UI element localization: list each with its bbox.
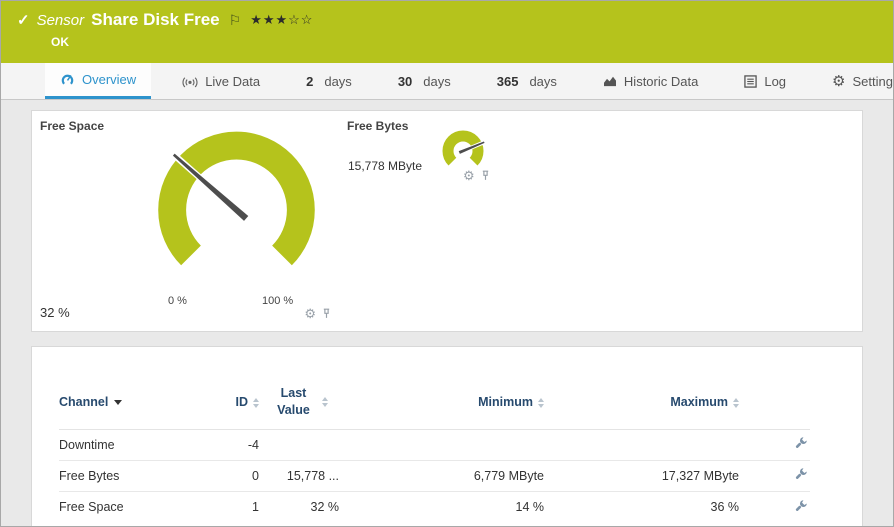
free-space-gauge-tile: Free Space 0 % 100 % 32 % ⚙: [40, 119, 335, 325]
cell-actions: [739, 428, 810, 461]
cell-actions: [739, 459, 810, 492]
tab-label: days: [529, 73, 557, 89]
channel-table-header-row: Channel ID Last Value Minimum Maximum: [59, 381, 810, 430]
status-check-icon: ✓: [17, 12, 30, 29]
object-kind-label: Sensor: [36, 11, 85, 29]
tab-label: Log: [764, 73, 787, 89]
tab-label: Settings: [852, 73, 894, 89]
channel-settings-wrench-icon[interactable]: [794, 499, 808, 513]
tab-2-days[interactable]: 2 days: [291, 63, 367, 99]
cell-minimum: [339, 428, 544, 461]
gauge-gear-icon[interactable]: ⚙: [304, 307, 316, 320]
gauge-tile-actions: ⚙: [304, 307, 331, 320]
sort-icon: [321, 396, 328, 407]
col-header-label: Maximum: [670, 394, 728, 409]
gauge-tile-actions: ⚙: [463, 169, 490, 182]
cell-last-value: [259, 428, 339, 461]
priority-stars[interactable]: ★★★☆☆: [250, 12, 313, 28]
pin-icon[interactable]: [481, 170, 490, 181]
tab-bar: Overview Live Data 2 days 30 days 365 da…: [1, 63, 893, 100]
tab-label: Overview: [82, 72, 137, 87]
status-badge: OK: [51, 35, 69, 49]
col-header-maximum[interactable]: Maximum: [544, 381, 739, 430]
cell-maximum: 17,327 MByte: [544, 459, 739, 492]
channel-row: Free Bytes 0 15,778 ... 6,779 MByte 17,3…: [59, 459, 810, 492]
col-header-id[interactable]: ID: [209, 381, 259, 430]
channel-settings-wrench-icon[interactable]: [794, 436, 808, 450]
free-bytes-gauge-tile: Free Bytes 15,778 MByte ⚙: [347, 119, 537, 325]
channel-table-body: Downtime -4 Free Bytes 0 15,778 ... 6,77…: [59, 428, 810, 523]
settings-gear-icon: ⚙: [832, 72, 846, 90]
overview-content: Free Space 0 % 100 % 32 % ⚙ Free Bytes 1…: [1, 101, 893, 526]
tab-label: days: [324, 73, 352, 89]
tab-settings[interactable]: ⚙ Settings: [817, 63, 894, 99]
channels-panel: Channel ID Last Value Minimum Maximum Do…: [31, 346, 863, 526]
col-header-actions: [739, 381, 810, 430]
sort-icon: [733, 397, 739, 408]
cell-maximum: 36 %: [544, 490, 739, 523]
sensor-name: Share Disk Free: [91, 10, 220, 29]
sort-desc-icon: [114, 400, 123, 406]
channel-table: Channel ID Last Value Minimum Maximum Do…: [59, 381, 810, 523]
channel-row: Free Space 1 32 % 14 % 36 %: [59, 490, 810, 523]
col-header-channel[interactable]: Channel: [59, 381, 209, 430]
sort-icon: [538, 397, 544, 408]
flag-icon[interactable]: ⚐: [229, 12, 242, 29]
col-header-last-value[interactable]: Last Value: [259, 381, 339, 430]
sensor-header: ✓ Sensor Share Disk Free ⚐ ★★★☆☆ OK: [1, 1, 893, 63]
sensor-title-row: ✓ Sensor Share Disk Free ⚐ ★★★☆☆: [1, 1, 893, 30]
tab-number: 2: [306, 73, 314, 89]
cell-actions: [739, 490, 810, 523]
gauge-scale-max: 100 %: [262, 295, 294, 307]
sensor-window: ✓ Sensor Share Disk Free ⚐ ★★★☆☆ OK Over…: [0, 0, 894, 527]
cell-id: -4: [209, 428, 259, 461]
gauge-current-value: 32 %: [40, 305, 70, 320]
col-header-label: Minimum: [478, 394, 533, 409]
cell-channel: Free Bytes: [59, 459, 209, 492]
tab-overview[interactable]: Overview: [45, 63, 152, 99]
tab-live-data[interactable]: Live Data: [167, 63, 275, 99]
tab-number: 365: [496, 73, 519, 89]
gauge-current-value: 15,778 MByte: [348, 159, 423, 173]
cell-last-value: 15,778 ...: [259, 459, 339, 492]
cell-channel: Downtime: [59, 428, 209, 461]
sort-icon: [253, 397, 259, 408]
cell-id: 1: [209, 490, 259, 523]
log-icon: [744, 74, 758, 88]
gauges-panel: Free Space 0 % 100 % 32 % ⚙ Free Bytes 1…: [31, 110, 863, 332]
cell-last-value: 32 %: [259, 490, 339, 523]
tab-number: 30: [397, 73, 413, 89]
chart-icon: [603, 76, 616, 87]
col-header-minimum[interactable]: Minimum: [339, 381, 544, 430]
gauge-gear-icon[interactable]: ⚙: [463, 169, 475, 182]
col-header-label: Last Value: [277, 386, 310, 417]
tab-label: Live Data: [205, 73, 261, 89]
overview-gauge-icon: [61, 74, 74, 85]
tab-label: Historic Data: [623, 73, 699, 89]
cell-id: 0: [209, 459, 259, 492]
broadcast-icon: [182, 76, 198, 87]
channel-settings-wrench-icon[interactable]: [794, 467, 808, 481]
cell-minimum: 14 %: [339, 490, 544, 523]
cell-minimum: 6,779 MByte: [339, 459, 544, 492]
col-header-label: Channel: [59, 394, 109, 409]
tab-historic-data[interactable]: Historic Data: [588, 63, 713, 99]
channel-row: Downtime -4: [59, 428, 810, 461]
cell-maximum: [544, 428, 739, 461]
cell-channel: Free Space: [59, 490, 209, 523]
free-space-gauge: [158, 131, 315, 266]
tab-log[interactable]: Log: [729, 63, 801, 99]
col-header-label: ID: [235, 394, 249, 409]
pin-icon[interactable]: [322, 308, 331, 319]
tab-label: days: [423, 73, 451, 89]
tab-365-days[interactable]: 365 days: [482, 63, 572, 99]
gauge-scale-min: 0 %: [168, 295, 187, 307]
tab-30-days[interactable]: 30 days: [383, 63, 466, 99]
